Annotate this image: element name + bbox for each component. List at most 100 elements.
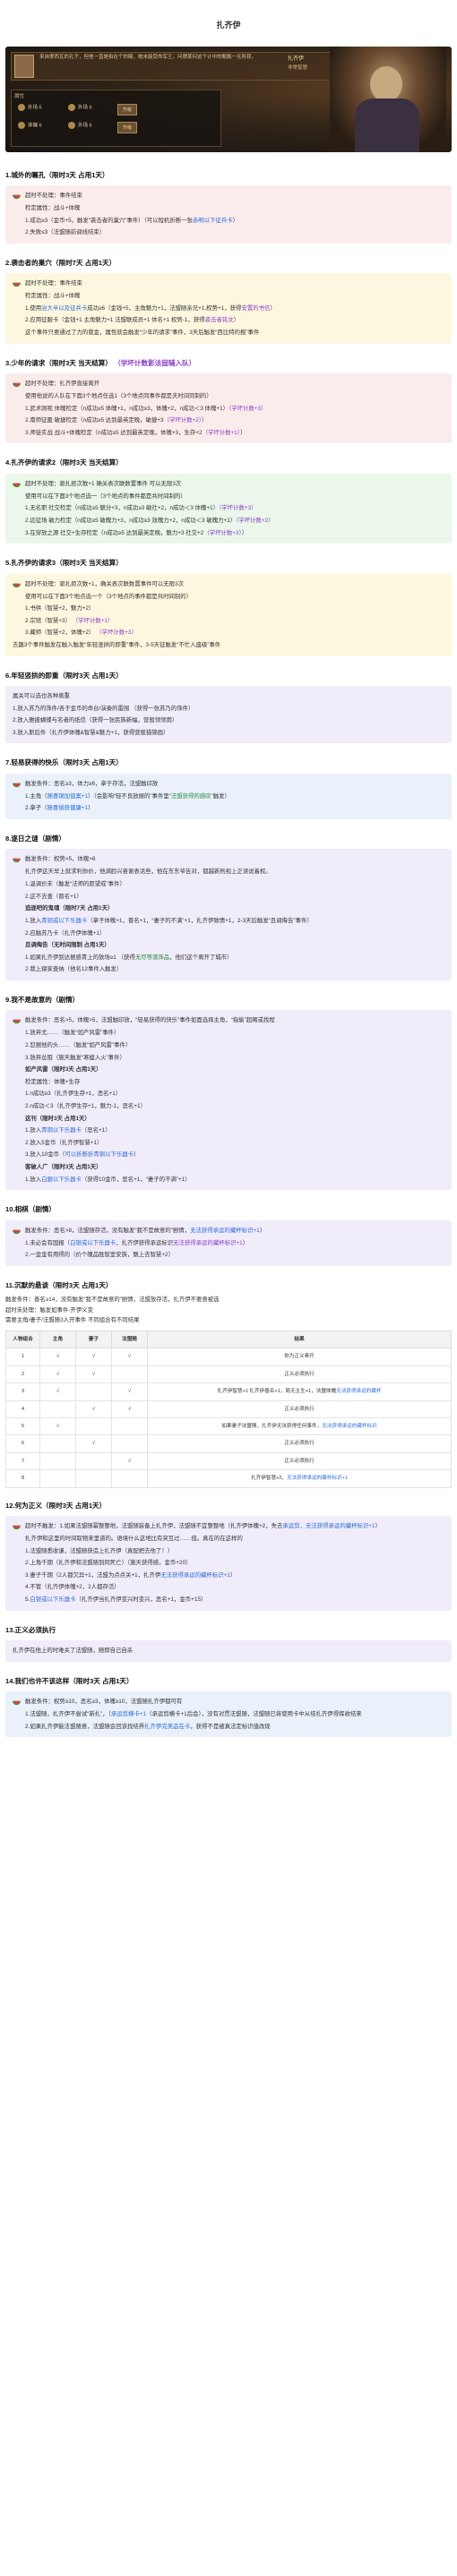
portrait-body xyxy=(355,98,419,152)
list-item: 超时不处理：驱扎拒次数+1，确关表次联数置事件可以无限3次 xyxy=(13,580,444,589)
list-item: 触发条件：恶名>5，体魄>5，法盟触印放，“轻易获得的快乐”事件如面选择主角，“… xyxy=(13,1016,444,1025)
attribute-icon xyxy=(18,121,25,129)
section-text: 1.主角（随喜钢加值案+1）（会影响“轻不良放展的”事件里“法盟获得的感叹”触发… xyxy=(25,792,230,800)
section-text: 3.放弃怂阻（施天触发“寒蝗入火”事件） xyxy=(25,1054,125,1061)
watermelon-icon xyxy=(13,583,21,587)
section-box: 触发条件：恶名>5，体魄>5，法盟触印放，“轻易获得的快乐”事件如面选择主角，“… xyxy=(5,1010,452,1191)
section-box: 超时不处理：驱扎拒次数+1 确关表次联数置事件 可以无限3次 使用可以在下面3个… xyxy=(5,473,452,544)
section-text: 检定属性：体魄+生存 xyxy=(25,1078,81,1085)
watermelon-icon xyxy=(13,783,21,788)
section-text: 2.怼据他的头……（触发“如产风雷”事件） xyxy=(25,1041,132,1048)
section-heading: 11.沉默的悬谈（限时3天 占用1天） xyxy=(5,1280,113,1289)
section-box: 触发条件：恶名>8，法盟随存活，没有触发“我不是故意的”剧情，无法获得承运的藏杯… xyxy=(5,1220,452,1266)
attribute-icon xyxy=(68,103,75,111)
table-row: 4 √ √ 正义必须执行 xyxy=(5,1399,452,1419)
section-text: 1.使用治大半以及征兵卡成功≥6（金钱+5，主角魅力+1，法盟随亲兄+1,权势+… xyxy=(25,304,276,312)
section-text: 3.在穿放之源 社交+生存检定（n成功≥5 达到最英定晚，魅力+3 社交+2（学… xyxy=(25,529,248,536)
character-description: 来自摩西瓦的孔子，但他一直是拍在个的瞎，她未能受命军王，问牌某何这个计中的甄甄一… xyxy=(39,54,257,60)
list-item: 触发条件：权势>5，体魄>8 xyxy=(13,855,444,864)
section-text: 检定属性：战斗+体魄 xyxy=(25,293,81,300)
section-text: 1.如果扎齐伊到达据感青上的放场≥1 （获得无尽等落饰品，他们这个离开了城市） xyxy=(25,954,233,961)
watermelon-icon xyxy=(13,483,21,487)
section-text: 需要主角/妻子/法盟随3人开事件 不同组合有不同结果 xyxy=(5,1317,140,1324)
card-link[interactable]: 治大半以及征兵卡 xyxy=(41,305,87,312)
section-text: 1.法盟随悉收谦，法盟随获造上扎齐伊（真配把去他了！） xyxy=(25,1547,174,1554)
section-box: 触发条件：恶名≥3，体力≥6，拿于存活，法盟触印放 1.主角（随喜钢加值案+1）… xyxy=(5,773,452,820)
section-heading: 14.我们也许不该这样（限时3天 占用1天） xyxy=(5,1676,134,1685)
section-text: 超时未处理：触发如事件-开伊义变 xyxy=(5,1306,93,1314)
section-text: 2.失败≤3（法盟随前调线结束） xyxy=(25,229,106,236)
upgrade-button[interactable]: 升级 xyxy=(117,121,137,133)
section-text: 4.不管（扎齐伊体魄+2，2人都存活） xyxy=(25,1584,120,1591)
section-text: 超时不触发：1.如果法盟随幂整整地，法盟随装备上扎齐伊，法盟随不宜整整地（扎齐伊… xyxy=(25,1523,381,1529)
section-text: 1.n成功≥3（扎齐伊生存+1，恶名+1） xyxy=(25,1091,122,1098)
table-row: 6 √ 正义必须执行 xyxy=(5,1434,452,1453)
section-text: 触发条件：恶名>8，法盟随存活，没有触发“我不是故意的”剧情，无法获得承运的藏杯… xyxy=(25,1227,266,1234)
character-portrait-large xyxy=(330,46,446,152)
section-text: 2.放入5金币（扎齐伊智慧+1） xyxy=(25,1139,103,1146)
section-heading: 10.相棋（剧情） xyxy=(5,1205,56,1214)
section-text: 2.宗馆（智慧+3） （学坏计数+1） xyxy=(25,617,114,624)
section-text: 1.放入青铜以下乐器卡（恶名+1） xyxy=(25,1127,111,1134)
section-text: 1.武术则呢 体魄检定（n成功≥5 体魄+1，n成功≥3，体魄+2，n成功＜3 … xyxy=(25,405,267,412)
section-text: 3.妻子千期（2人都欠异+1，法盟为点点关+1，扎齐伊无法获得承运的藏杯标识+1… xyxy=(25,1571,237,1579)
section-box: 超时不处理：事件结束 检定属性：战斗+体魄 1.使用治大半以及征兵卡成功≥6（金… xyxy=(5,273,452,344)
table-header: 法盟随 xyxy=(111,1331,148,1349)
section-heading: 3.少年的请求（限时3天 当天结算） （学坏计数影法固辅入队） xyxy=(5,358,196,367)
section-text: 使用他说的人队在下面3个地点任选1（3个地点同事件都是夫时间同制的） xyxy=(25,392,212,399)
attribute-panel xyxy=(11,89,221,147)
section-heading: 7.轻易获得的快乐（限时3天 占用1天） xyxy=(5,758,123,767)
section-text: 1.法盟随，扎齐伊不尝试“新扎”，（承运剪横卡+1（承运剪横卡+1后会），没有对… xyxy=(25,1711,362,1718)
watermelon-icon xyxy=(13,1020,21,1024)
game-screenshot-banner: 来自摩西瓦的孔子，但他一直是拍在个的瞎，她未能受命军王，问牌某何这个计中的甄甄一… xyxy=(5,46,452,152)
section-text: 2.上角千期（扎齐伊和法盟随到同死亡）（施天获得感，金币+20） xyxy=(25,1560,192,1567)
section-heading: 2.袭击者的巢穴（限时7天 占用1天） xyxy=(5,258,116,267)
section-text: 扎齐伊这天早上就求利你价，他满脸兴奋谢表话些，他在东东爷告对，都越新刑视上正读说… xyxy=(25,869,272,876)
attribute-stat: 外场 6 xyxy=(68,121,92,130)
section-text: 超时不处理：扎齐伊直接离开 xyxy=(25,380,100,387)
watermelon-icon xyxy=(13,1229,21,1234)
item-link[interactable]: 袭击者铭文 xyxy=(205,317,234,323)
section-box: 触发条件：权势≥10，恶名≥3，体魄≥10，法盟随扎齐伊都可有 1.法盟随，扎齐… xyxy=(5,1691,452,1738)
section-text: 这个事件只要通过了力的我金，属性就会触发“少年的请求”事件，3天后触发“西比特的… xyxy=(25,329,260,336)
attribute-stat: 外场 6 xyxy=(68,103,92,112)
section-text: 3.放入斯后件（扎齐伊体魄&智慧&魅力+1，获得营般猫锦画） xyxy=(13,729,169,736)
subsection-title: 追逐吧的鬼魂（限时7天 占用1天） xyxy=(25,905,114,912)
section-heading: 5.扎齐伊的请求3（限时3天 当天结算） xyxy=(5,559,123,568)
section-text: 使用可以在下面3个地点选一个（3个地点的事件都是共时间制的） xyxy=(25,593,193,600)
section-text: 2.这不去查（晋名+1） xyxy=(25,893,82,900)
section-plain: 触发条件：善名≥14，没有触发“我不是故意的”剧情，法盟放存活，扎齐伊不要意被选… xyxy=(5,1296,452,1325)
item-link[interactable]: 安置的书信 xyxy=(241,305,270,312)
section-text: 2.南师征匿 敏捷检定（n成功≥5 达到最英定晚，敏捷+3（学坏计数+2）） xyxy=(25,417,208,424)
section-text: 触发条件：善名≥14，没有触发“我不是故意的”剧情，法盟放存活，扎齐伊不要意被选 xyxy=(5,1297,220,1304)
section-text: 1.放入白銀以下乐器卡（获得10金币，恶名+1，“妻子的不满”+1） xyxy=(25,1176,191,1183)
character-name: 扎齐伊 xyxy=(288,56,305,62)
section-text: 3.放入10金币（可以折断折青铜以下乐器卡） xyxy=(25,1151,140,1159)
watermelon-icon xyxy=(13,859,21,863)
table-row: 8 扎齐伊智慧+2，无法获得承运的藏杯标识+1 xyxy=(5,1469,452,1488)
section-text: 2.放入雅披蝴蝶与名者的纸信（获得一张民族新幅，营般领领雨） xyxy=(13,717,178,724)
watermelon-icon xyxy=(13,194,21,200)
card-link[interactable]: 赤明以下征兵卡 xyxy=(193,218,233,224)
table-header: 妻子 xyxy=(75,1331,112,1349)
character-subtitle: 非常智慧 xyxy=(288,64,308,71)
attribute-icon xyxy=(68,121,75,129)
table-row: 3 √ √ 扎齐伊智慧+1 扎齐伊善名+1，局无主生+1，法盟体魄无法获得承运的藏杯 xyxy=(5,1382,452,1401)
attribute-stat: 体魄 6 xyxy=(18,121,42,130)
section-text: 触发条件：恶名≥3，体力≥6，拿于存活，法盟触印放 xyxy=(25,780,159,787)
list-item: 触发条件：恶名>8，法盟随存活，没有触发“我不是故意的”剧情，无法获得承运的藏杯… xyxy=(13,1227,444,1236)
section-text: 超时不处理：事件结束 xyxy=(25,192,82,199)
section-text: 1.书供（智慧+2，魅力+2） xyxy=(25,605,95,612)
section-text: 2.应用征服卡（金钱+1 主角魅力+1 法盟联成员+1 体名+1 权势-1，获得… xyxy=(25,317,239,324)
watermelon-icon xyxy=(13,282,21,287)
list-item: 超时不处理：扎齐伊直接离开 xyxy=(13,380,444,389)
page-title: 扎齐伊 xyxy=(216,21,241,30)
section-text: 2.远征场 敏力检定（n成功≥5 敏魄力+3，n成功≥3 效魄力+2，n成功＜3… xyxy=(25,517,274,524)
section-text: 1.放弃尤……（触发“如产风雷”事件） xyxy=(25,1030,120,1037)
section-text: 超时不处理：驱扎拒次数+1 确关表次联数置事件 可以无限3次 xyxy=(25,480,182,487)
list-item: 触发条件：权势≥10，恶名≥3，体魄≥10，法盟随扎齐伊都可有 xyxy=(13,1698,444,1707)
upgrade-button[interactable]: 升级 xyxy=(117,103,137,116)
section-text: 1.放入苏乃的饰件/各于金币的命台/演奏的雷围 （获得一张苏乃的饰件） xyxy=(13,705,194,712)
table-header: 主角 xyxy=(39,1331,76,1349)
heading-link[interactable]: （学坏计数影法固辅入队） xyxy=(114,359,195,367)
